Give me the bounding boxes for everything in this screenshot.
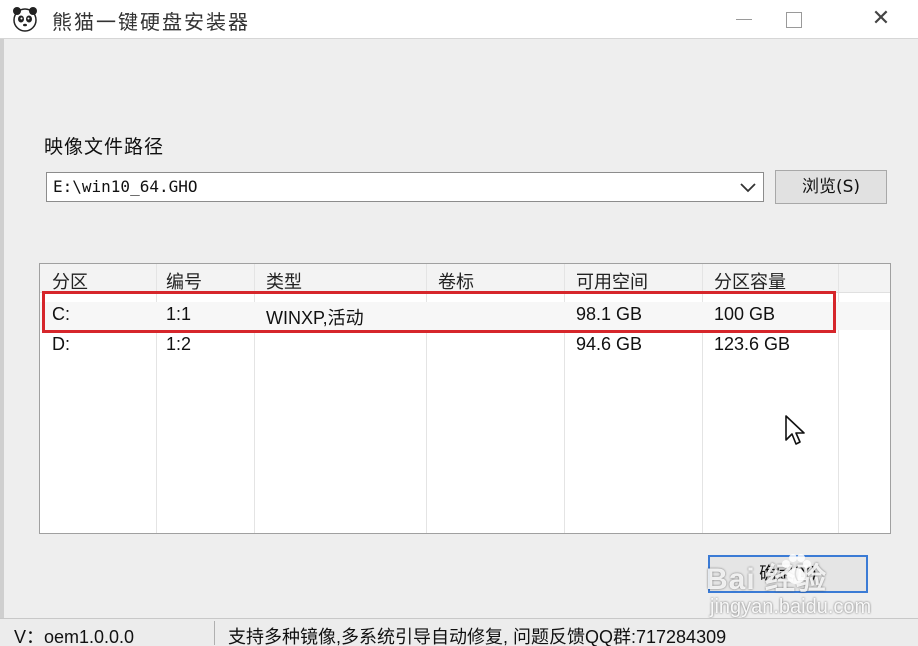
minimize-icon: [736, 19, 752, 20]
chevron-down-icon[interactable]: [739, 180, 757, 194]
title-bar[interactable]: 熊猫一键硬盘安装器 ✕: [0, 0, 918, 39]
table-header: 分区 编号 类型 卷标 可用空间 分区容量: [40, 264, 890, 294]
cell-partition: D:: [52, 334, 70, 354]
cell-partition: C:: [52, 304, 70, 324]
maximize-button[interactable]: [770, 0, 816, 38]
close-icon: ✕: [871, 6, 891, 31]
cell-capacity: 123.6 GB: [714, 334, 791, 354]
cell-free-space: 98.1 GB: [576, 304, 643, 324]
installer-window: 熊猫一键硬盘安装器 ✕ 映像文件路径 E:\win10_64.GHO 浏览(S)…: [0, 0, 918, 646]
status-bar: V：oem1.0.0.0 支持多种镜像,多系统引导自动修复, 问题反馈QQ群:7…: [0, 618, 918, 646]
version-text: V：oem1.0.0.0: [14, 627, 135, 646]
browse-button[interactable]: 浏览(S): [775, 170, 887, 204]
status-divider: [214, 621, 215, 645]
mouse-cursor-icon: [785, 415, 805, 445]
close-button[interactable]: ✕: [858, 0, 904, 38]
window-left-edge: [0, 38, 4, 618]
column-header-volume-label[interactable]: 卷标: [438, 268, 474, 294]
image-path-label: 映像文件路径: [44, 136, 165, 158]
cell-number: 1:1: [166, 304, 192, 324]
maximize-icon: [786, 12, 802, 28]
cell-capacity: 100 GB: [714, 304, 776, 324]
column-header-partition[interactable]: 分区: [52, 268, 88, 294]
column-header-number[interactable]: 编号: [166, 268, 202, 294]
table-row[interactable]: C: 1:1 WINXP,活动 98.1 GB 100 GB: [40, 302, 890, 330]
column-header-free-space[interactable]: 可用空间: [576, 268, 648, 294]
image-path-value: E:\win10_64.GHO: [53, 177, 198, 196]
column-header-capacity[interactable]: 分区容量: [714, 268, 786, 294]
cell-type: WINXP,活动: [266, 308, 364, 328]
window-title: 熊猫一键硬盘安装器: [52, 10, 250, 34]
panda-icon: [13, 7, 37, 32]
minimize-button[interactable]: [720, 0, 766, 38]
image-path-combobox[interactable]: E:\win10_64.GHO: [46, 172, 764, 202]
ok-button[interactable]: 确定(Y): [708, 555, 868, 593]
watermark-url: jingyan.baidu.com: [710, 596, 872, 618]
table-row[interactable]: D: 1:2 94.6 GB 123.6 GB: [40, 332, 890, 360]
cell-free-space: 94.6 GB: [576, 334, 643, 354]
partition-table: 分区 编号 类型 卷标 可用空间 分区容量 C: 1:1 WINXP,活动 98…: [39, 263, 891, 534]
cell-number: 1:2: [166, 334, 192, 354]
support-info-text: 支持多种镜像,多系统引导自动修复, 问题反馈QQ群:717284309: [228, 627, 727, 646]
column-header-type[interactable]: 类型: [266, 268, 302, 294]
